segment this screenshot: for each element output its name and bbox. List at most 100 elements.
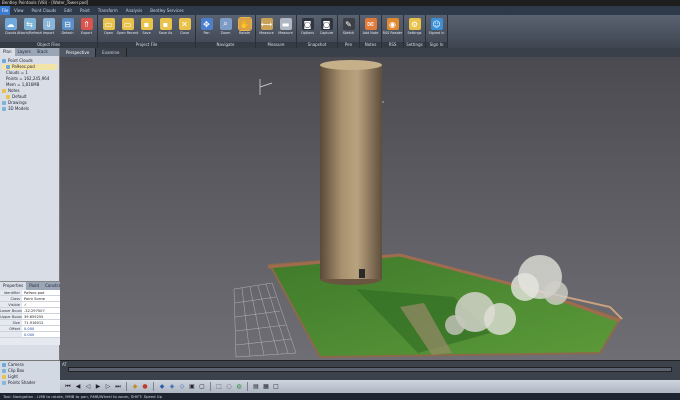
folder-open-icon: ▭ <box>102 18 115 30</box>
timeline-track[interactable] <box>68 367 672 372</box>
water-tower-point-cloud <box>320 60 382 285</box>
skip-end-icon[interactable]: ⏭ <box>114 383 122 391</box>
ribbon-group-rss: ◉ RSS Reader RSS <box>382 15 404 48</box>
zoom-icon: ⌕ <box>219 18 232 30</box>
property-value[interactable]: -32.297007 <box>22 308 60 313</box>
ribbon-button-label: Zoom <box>220 31 231 35</box>
3d-viewport[interactable] <box>60 57 680 360</box>
step-back-icon[interactable]: ◀ <box>74 383 82 391</box>
ribbon-button-label: Save As <box>158 31 173 35</box>
tab-properties[interactable]: Properties <box>0 282 27 290</box>
zoom-extents-icon[interactable]: ▣ <box>188 383 196 391</box>
tree-item-icon <box>2 89 6 93</box>
ribbon-button-label: Add Note <box>362 31 379 35</box>
step-forward-icon[interactable]: ▷ <box>104 383 112 391</box>
box-icon[interactable]: □ <box>272 383 280 391</box>
tree-item-label: 3D Models <box>8 106 29 111</box>
property-value[interactable]: Point Scene <box>22 296 60 301</box>
hand-icon: ✋ <box>237 17 252 31</box>
viewport-tabs: Perspective Examine <box>60 48 680 57</box>
tab-examine[interactable]: Examine <box>96 48 127 57</box>
tab-stack[interactable]: Stack <box>34 48 51 56</box>
property-key: Identifier <box>3 291 20 295</box>
menu-file[interactable]: File <box>0 6 10 15</box>
tree-item-icon <box>2 107 6 111</box>
tab-perspective[interactable]: Perspective <box>60 48 97 57</box>
tree-item[interactable]: 3D Models <box>2 106 57 112</box>
camera-icon: ◙ <box>320 18 333 30</box>
scene-object-item[interactable]: Points Shader <box>0 380 60 386</box>
lasso-icon[interactable]: ◌ <box>225 383 233 391</box>
property-value[interactable]: 39.659255 <box>22 314 60 319</box>
menu-transform[interactable]: Transform <box>94 6 122 15</box>
view-front-icon[interactable]: ◈ <box>168 383 176 391</box>
scene-object-icon <box>2 375 6 379</box>
ribbon-button-label: Export <box>80 31 93 35</box>
menu-paint[interactable]: Paint <box>76 6 94 15</box>
export-icon: ⇑ <box>80 18 93 30</box>
left-panel-tabs: Plan Layers Stack <box>0 48 59 56</box>
property-value[interactable]: 0.000 <box>22 326 60 331</box>
close-file-icon: ✕ <box>178 18 191 30</box>
ribbon-group-project-file: ▭ Open ▭ Open Recent ▪ Save ▪ Save As ✕ Close Proj… <box>98 15 196 48</box>
left-panel: Plan Layers Stack Point Clouds Pa9sec.pod… <box>0 48 68 400</box>
tab-paint[interactable]: Paint <box>26 282 42 290</box>
ribbon-button-label: Pan <box>203 31 210 35</box>
ribbon-group-object-files: ☁ Clouds ⇆ Attach/Refresh ⇓ Import ⊟ Detach ⇑ Exp… <box>0 15 98 48</box>
grid-icon[interactable]: ▦ <box>262 383 270 391</box>
menu-view[interactable]: View <box>10 6 28 15</box>
toolbar-separator <box>247 382 248 391</box>
ribbon-group-pen: ✎ Sketch Pen <box>338 15 360 48</box>
save-as-icon: ▪ <box>159 18 172 30</box>
tab-layers[interactable]: Layers <box>15 48 34 56</box>
ribbon-group-measure: ⟷ Measure ▬ Measure Measure <box>256 15 297 48</box>
gear-icon: ⚙ <box>408 18 421 30</box>
play-reverse-icon[interactable]: ◁ <box>84 383 92 391</box>
property-value[interactable]: 71.916012 <box>22 320 60 325</box>
timeline-label: AT <box>62 362 67 367</box>
ribbon-button-label: Capture <box>319 31 334 35</box>
ribbon-button-label: Import <box>42 31 55 35</box>
property-value[interactable]: Pa9sec.pod <box>22 290 60 295</box>
key-icon[interactable]: ◆ <box>131 383 139 391</box>
tab-plan[interactable]: Plan <box>0 48 15 56</box>
property-key: Lower Bound <box>0 309 22 313</box>
zoom-selected-icon[interactable]: ▢ <box>198 383 206 391</box>
camera-options-icon: ◙ <box>301 18 314 30</box>
status-bar: Tool: Navigation - LMB to rotate, MMB to… <box>0 393 680 400</box>
menu-bentley-services[interactable]: Bentley Services <box>146 6 187 15</box>
tree-item-icon <box>2 59 6 63</box>
property-value[interactable]: ✓ <box>22 302 60 307</box>
ribbon-button-label: Measure <box>259 31 274 35</box>
ruler-icon: ▬ <box>279 18 292 30</box>
property-value[interactable]: 0.000 <box>22 332 60 337</box>
select-icon[interactable]: ⬚ <box>215 383 223 391</box>
scene-object-icon <box>2 369 6 373</box>
view-side-icon[interactable]: ◇ <box>178 383 186 391</box>
tree-item-icon <box>6 95 10 99</box>
record-icon[interactable]: ● <box>141 383 149 391</box>
ribbon-group-navigate: ✥ Pan ⌕ Zoom ✋ Rotate Navigate <box>196 15 256 48</box>
menu-analysis[interactable]: Analysis <box>122 6 146 15</box>
properties-tabs: Properties Paint Constraints <box>0 282 68 290</box>
property-key: Size <box>12 321 20 325</box>
view-top-icon[interactable]: ◆ <box>158 383 166 391</box>
layer-icon[interactable]: ▤ <box>252 383 260 391</box>
paint-icon[interactable]: ◍ <box>235 383 243 391</box>
skip-start-icon[interactable]: ⏮ <box>64 383 72 391</box>
ribbon-button-label: Clouds <box>4 31 17 35</box>
property-key: Offset <box>9 327 20 331</box>
ribbon-button-label: Sketch <box>342 31 355 35</box>
menu-edit[interactable]: Edit <box>60 6 76 15</box>
menu-bar: File View Point Clouds Edit Paint Transf… <box>0 6 680 15</box>
menu-point-clouds[interactable]: Point Clouds <box>28 6 61 15</box>
scene-object-label: Points Shader <box>8 380 36 385</box>
user-icon: ☺ <box>430 18 443 30</box>
ribbon-button-label: Open <box>103 31 114 35</box>
ribbon-group-sign-in: ☺ Signed In Sign In <box>426 15 448 48</box>
measure-icon: ⟷ <box>260 18 273 30</box>
import-icon: ⇓ <box>42 18 55 30</box>
property-key <box>0 332 22 337</box>
play-icon[interactable]: ▶ <box>94 383 102 391</box>
properties-panel: Properties Paint Constraints Identifier P… <box>0 281 68 345</box>
